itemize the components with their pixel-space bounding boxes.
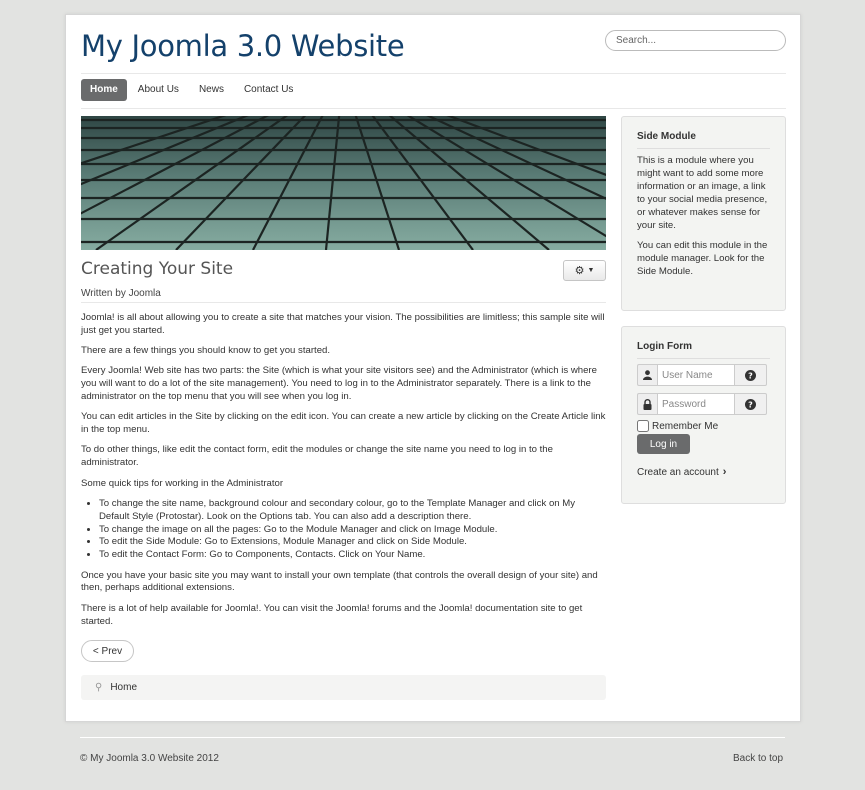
password-help-icon[interactable]: ? <box>735 393 767 415</box>
article-author: Written by Joomla <box>81 288 161 299</box>
tips-list-item: To edit the Contact Form: Go to Componen… <box>99 549 606 562</box>
tips-list-item: To edit the Side Module: Go to Extension… <box>99 536 606 549</box>
user-icon <box>637 364 657 386</box>
password-row: ? <box>637 393 770 415</box>
side-module-text: You can edit this module in the module m… <box>637 240 768 277</box>
tips-list-item: To change the image on all the pages: Go… <box>99 524 606 537</box>
remember-me-label: Remember Me <box>652 420 719 432</box>
create-account-link[interactable]: Create an account › <box>637 466 770 478</box>
username-field[interactable] <box>657 364 735 386</box>
side-module: Side Module This is a module where you m… <box>621 116 786 311</box>
nav-item-news[interactable]: News <box>190 79 233 101</box>
caret-down-icon: ▼ <box>587 267 595 274</box>
prev-button[interactable]: < Prev <box>81 640 134 662</box>
svg-text:?: ? <box>748 400 753 409</box>
password-field[interactable] <box>657 393 735 415</box>
nav-item-about-us[interactable]: About Us <box>129 79 188 101</box>
grid-floor-picture <box>81 116 606 250</box>
lock-icon <box>637 393 657 415</box>
chevron-right-icon: › <box>722 466 727 478</box>
nav-item-home[interactable]: Home <box>81 79 127 101</box>
header-divider <box>81 73 786 74</box>
article-info-divider <box>81 302 606 303</box>
login-button[interactable]: Log in <box>637 434 690 454</box>
nav-divider <box>81 108 786 109</box>
side-module-title: Side Module <box>637 131 696 142</box>
create-account-label: Create an account <box>637 466 719 478</box>
footer-copyright: © My Joomla 3.0 Website 2012 <box>80 753 219 764</box>
search-input[interactable] <box>605 30 786 51</box>
username-help-icon[interactable]: ? <box>735 364 767 386</box>
breadcrumb: ⚲ Home <box>81 675 606 700</box>
nav-item-contact-us[interactable]: Contact Us <box>235 79 302 101</box>
location-pin-icon: ⚲ <box>95 682 103 693</box>
login-form-divider <box>637 358 770 359</box>
tips-list-item: To change the site name, background colo… <box>99 498 606 524</box>
tips-list: To change the site name, background colo… <box>99 498 606 563</box>
main-nav: Home About Us News Contact Us <box>81 79 304 101</box>
side-module-text: This is a module where you might want to… <box>637 155 768 231</box>
article-paragraph: There are a few things you should know t… <box>81 345 331 357</box>
article-paragraph: Joomla! is all about allowing you to cre… <box>81 312 605 336</box>
gear-icon: ⚙ <box>574 265 585 277</box>
page-container: My Joomla 3.0 Website Home About Us News… <box>65 14 801 722</box>
site-title[interactable]: My Joomla 3.0 Website <box>81 29 405 63</box>
breadcrumb-item-home[interactable]: Home <box>110 682 137 693</box>
banner-image <box>81 116 606 250</box>
article-paragraph: You can edit articles in the Site by cli… <box>81 411 606 436</box>
article-body: Joomla! is all about allowing you to cre… <box>81 312 606 636</box>
remember-me[interactable]: Remember Me <box>637 420 770 432</box>
article-tools-button[interactable]: ⚙ ▼ <box>563 260 606 281</box>
remember-me-checkbox[interactable] <box>637 420 649 432</box>
article-paragraph: Once you have your basic site you may wa… <box>81 569 598 594</box>
username-row: ? <box>637 364 770 386</box>
side-module-divider <box>637 148 770 149</box>
login-form-title: Login Form <box>637 341 692 352</box>
article-paragraph: There is a lot of help available for Joo… <box>81 602 583 627</box>
login-form-module: Login Form ? ? Remember Me Log in <box>621 326 786 504</box>
article-paragraph: Every Joomla! Web site has two parts: th… <box>81 365 597 403</box>
svg-text:?: ? <box>748 371 753 380</box>
article-paragraph: To do other things, like edit the contac… <box>81 444 553 469</box>
article-title[interactable]: Creating Your Site <box>81 259 233 279</box>
back-to-top-link[interactable]: Back to top <box>733 753 783 764</box>
footer-divider <box>80 737 785 738</box>
article-paragraph: Some quick tips for working in the Admin… <box>81 477 284 489</box>
